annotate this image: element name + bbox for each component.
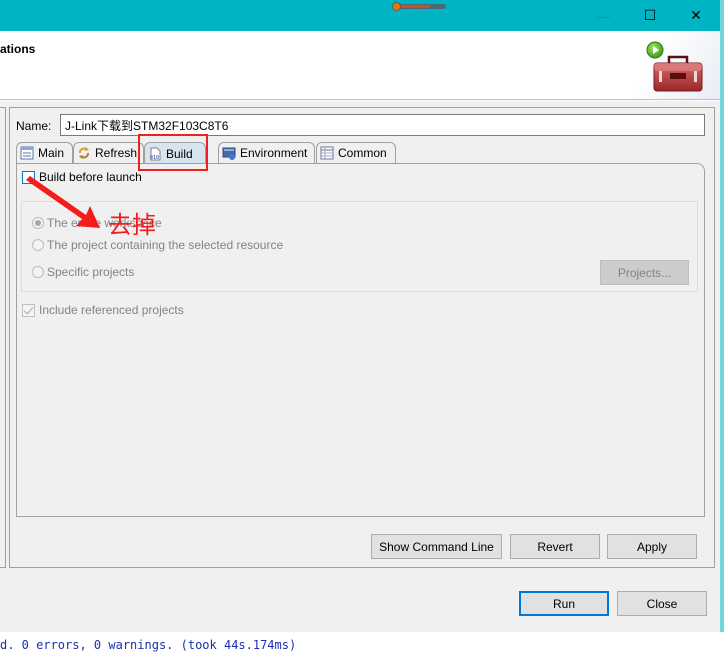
tab-main[interactable]: Main <box>16 142 73 163</box>
tab-environment-label: Environment <box>240 146 308 160</box>
minimize-button[interactable]: — <box>580 0 626 31</box>
tab-environment[interactable]: Environment <box>218 142 315 163</box>
show-command-line-button[interactable]: Show Command Line <box>371 534 502 559</box>
tab-bar: Main Refresh 010 Build Environment Commo… <box>16 142 706 164</box>
console-status-text: d. 0 errors, 0 warnings. (took 44s.174ms… <box>0 638 297 652</box>
common-table-icon <box>320 146 334 160</box>
console-output: d. 0 errors, 0 warnings. (took 44s.174ms… <box>0 632 724 657</box>
apply-button[interactable]: Apply <box>607 534 697 559</box>
annotation-highlight-box <box>138 134 208 171</box>
build-before-launch-checkbox[interactable] <box>22 171 35 184</box>
close-button[interactable]: Close <box>617 591 707 616</box>
window-title-bar[interactable]: — ☐ ✕ <box>0 0 720 31</box>
maximize-button[interactable]: ☐ <box>627 0 673 31</box>
run-configurations-toolbox-icon <box>646 41 703 92</box>
tab-common[interactable]: Common <box>316 142 396 163</box>
run-button[interactable]: Run <box>519 591 609 616</box>
minimize-icon: — <box>596 7 610 24</box>
environment-icon <box>222 147 236 160</box>
configuration-list-pane[interactable] <box>0 107 6 568</box>
tab-main-label: Main <box>38 146 65 160</box>
configuration-editor-pane: Name: Main Refresh 010 Build Environment… <box>9 107 715 568</box>
radio-specific-projects-label: Specific projects <box>47 265 135 279</box>
include-referenced-projects-checkbox[interactable] <box>22 304 35 317</box>
dialog-title: ations <box>0 42 36 56</box>
dialog-body: Name: Main Refresh 010 Build Environment… <box>0 101 720 632</box>
main-tab-icon <box>20 146 34 160</box>
tab-refresh[interactable]: Refresh <box>73 142 144 163</box>
maximize-icon: ☐ <box>643 7 657 23</box>
dialog-header: ations <box>0 31 720 100</box>
annotation-text: 去掉 <box>108 211 156 239</box>
name-label: Name: <box>16 119 52 133</box>
drag-handle-icon <box>392 2 446 11</box>
include-referenced-projects-label: Include referenced projects <box>39 303 184 317</box>
build-before-launch-label[interactable]: Build before launch <box>39 170 142 184</box>
revert-button[interactable]: Revert <box>510 534 600 559</box>
close-icon: ✕ <box>690 7 702 23</box>
projects-button[interactable]: Projects... <box>600 260 689 285</box>
refresh-icon <box>79 147 89 159</box>
tab-common-label: Common <box>338 146 387 160</box>
radio-entire-workspace[interactable] <box>32 217 44 229</box>
close-window-button[interactable]: ✕ <box>673 0 719 31</box>
tab-refresh-label: Refresh <box>95 146 138 160</box>
radio-specific-projects[interactable] <box>32 266 44 278</box>
radio-project-selected-resource[interactable] <box>32 239 44 251</box>
radio-project-selected-resource-label: The project containing the selected reso… <box>47 238 284 252</box>
window-border <box>720 0 724 632</box>
configuration-name-input[interactable] <box>60 114 705 136</box>
